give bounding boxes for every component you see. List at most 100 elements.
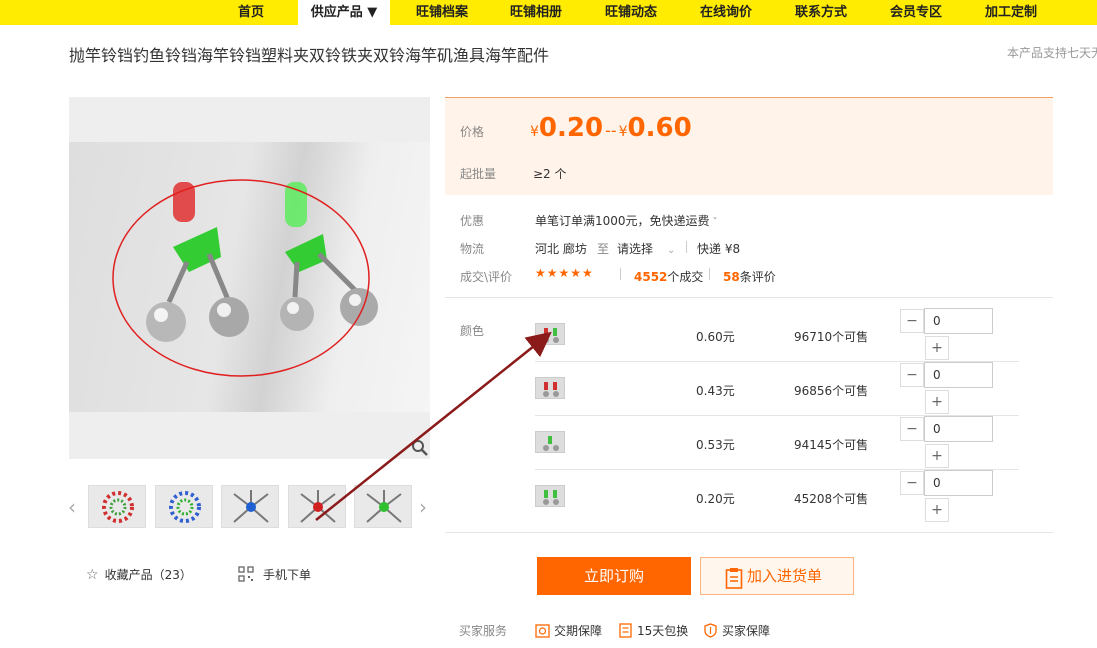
sku-stock: 45208个可售 (794, 492, 869, 506)
qty-increment-button[interactable]: + (925, 336, 949, 360)
destination-value: 请选择 (617, 242, 654, 256)
favorite-button[interactable]: ☆ 收藏产品（23） (86, 566, 192, 583)
qty-decrement-button[interactable]: − (900, 471, 924, 495)
qty-input[interactable]: 0 (924, 308, 993, 334)
divider (709, 268, 710, 280)
nav-album[interactable]: 旺铺相册 (498, 0, 574, 25)
service-label: 15天包换 (637, 624, 689, 638)
moq-label: 起批量 (460, 167, 497, 181)
zoom-icon[interactable] (411, 439, 429, 457)
mobile-order-label: 手机下单 (263, 568, 312, 582)
divider (686, 241, 687, 253)
nav-contact[interactable]: 联系方式 (783, 0, 859, 25)
qty-decrement-button[interactable]: − (900, 417, 924, 441)
delivery-guarantee-icon (535, 623, 550, 641)
sku-stock: 94145个可售 (794, 438, 869, 452)
main-product-image[interactable] (69, 97, 430, 459)
sku-price: 0.53元 (696, 438, 735, 452)
exchange-icon (618, 622, 633, 641)
sku-thumbnail[interactable] (535, 377, 565, 399)
price-separator: -- (605, 121, 617, 140)
sku-price: 0.43元 (696, 384, 735, 398)
mobile-order-button[interactable]: 手机下单 (238, 566, 311, 585)
nav-inquiry[interactable]: 在线询价 (688, 0, 764, 25)
thumbnail[interactable] (354, 485, 412, 528)
nav-profile[interactable]: 旺铺档案 (404, 0, 480, 25)
sku-thumbnail[interactable] (535, 431, 565, 453)
qty-increment-button[interactable]: + (925, 390, 949, 414)
nav-custom[interactable]: 加工定制 (973, 0, 1049, 25)
destination-select[interactable]: 请选择 ⌄ (617, 240, 675, 257)
sku-price: 0.20元 (696, 492, 735, 506)
sku-thumbnail[interactable] (535, 485, 565, 507)
price-range: ¥0.20 -- ¥0.60 (530, 113, 692, 143)
price-high: 0.60 (627, 113, 692, 143)
divider (445, 297, 1053, 298)
clipboard-icon (725, 566, 743, 602)
review-count-number: 58 (723, 270, 740, 284)
nav-products[interactable]: 供应产品 ▼ (298, 0, 390, 25)
qty-decrement-button[interactable]: − (900, 363, 924, 387)
promo-value[interactable]: 单笔订单满1000元，免快递运费 ˇ (535, 212, 718, 229)
qty-input[interactable]: 0 (924, 362, 993, 388)
thumbnail[interactable] (288, 485, 346, 528)
support-note: 本产品支持七天无 (1007, 46, 1097, 60)
order-now-button[interactable]: 立即订购 (537, 557, 691, 595)
services-label: 买家服务 (459, 624, 508, 638)
deals-label: 成交\评价 (460, 270, 513, 284)
currency-symbol: ¥ (618, 124, 628, 140)
favorite-label: 收藏产品（23） (104, 568, 192, 582)
price-label: 价格 (460, 125, 485, 139)
thumb-prev-icon[interactable]: ‹ (68, 495, 76, 519)
product-title: 抛竿铃铛钓鱼铃铛海竿铃铛塑料夹双铃铁夹双铃海竿矶渔具海竿配件 (69, 46, 550, 65)
shield-icon (703, 622, 718, 641)
qty-increment-button[interactable]: + (925, 498, 949, 522)
shipping-fee: 快递 ¥8 (697, 242, 741, 256)
product-photo (69, 142, 430, 412)
deal-count-suffix: 个成交 (667, 270, 704, 284)
chevron-down-icon: ⌄ (667, 245, 676, 256)
qrcode-icon (238, 566, 254, 585)
rating-stars: ★★★★★ (535, 266, 594, 280)
qty-input[interactable]: 0 (924, 416, 993, 442)
service-exchange[interactable]: 15天包换 (618, 622, 688, 641)
price-low: 0.20 (538, 113, 604, 143)
divider (445, 532, 1053, 533)
color-label: 颜色 (460, 324, 485, 338)
promo-text: 单笔订单满1000元，免快递运费 (535, 214, 710, 228)
review-count[interactable]: 58条评价 (723, 268, 776, 285)
sku-stock: 96856个可售 (794, 384, 869, 398)
nav-news[interactable]: 旺铺动态 (593, 0, 669, 25)
service-buyer-protection[interactable]: 买家保障 (703, 622, 770, 641)
deal-count[interactable]: 4552个成交 (634, 268, 703, 285)
sku-price: 0.60元 (696, 330, 735, 344)
add-to-cart-button[interactable]: 加入进货单 (700, 557, 854, 595)
nav-home[interactable]: 首页 (222, 0, 280, 25)
chevron-down-icon: ˇ (712, 217, 718, 228)
logistics-origin: 河北 廊坊 (535, 242, 587, 256)
moq-value: ≥2 个 (533, 167, 567, 181)
qty-input[interactable]: 0 (924, 470, 993, 496)
add-to-cart-label: 加入进货单 (747, 567, 823, 585)
currency-symbol: ¥ (530, 124, 539, 140)
qty-increment-button[interactable]: + (925, 444, 949, 468)
bells-illustration (112, 179, 378, 377)
qty-decrement-button[interactable]: − (900, 309, 924, 333)
deal-count-number: 4552 (634, 270, 668, 284)
thumbnail[interactable] (221, 485, 279, 528)
thumbnail[interactable] (88, 485, 146, 528)
sku-thumbnail[interactable] (535, 323, 565, 345)
logistics-to: 至 (597, 242, 610, 256)
nav-members[interactable]: 会员专区 (878, 0, 954, 25)
promo-label: 优惠 (460, 214, 485, 228)
service-delivery[interactable]: 交期保障 (535, 622, 602, 641)
thumb-next-icon[interactable]: › (419, 495, 427, 519)
logistics-label: 物流 (460, 242, 485, 256)
product-page: 首页 供应产品 ▼ 旺铺档案 旺铺相册 旺铺动态 在线询价 联系方式 会员专区 … (0, 0, 1097, 648)
thumbnail[interactable] (155, 485, 213, 528)
service-label: 交期保障 (554, 624, 603, 638)
review-count-suffix: 条评价 (739, 270, 776, 284)
divider (620, 268, 621, 280)
star-outline-icon: ☆ (86, 567, 99, 583)
service-label: 买家保障 (722, 624, 771, 638)
